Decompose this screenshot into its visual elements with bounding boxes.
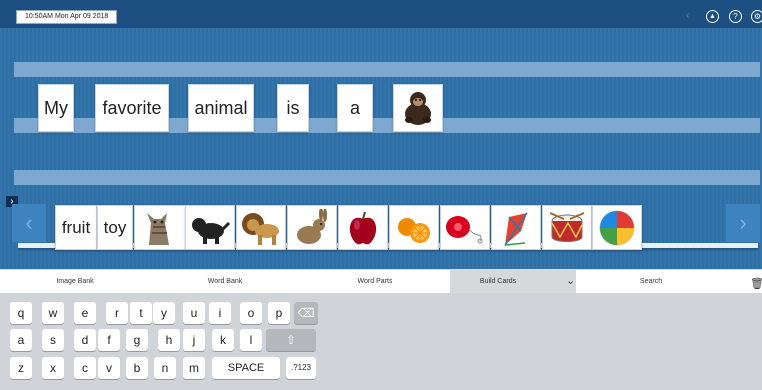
bank-image-card[interactable] — [134, 205, 186, 250]
key-a[interactable]: a — [10, 329, 32, 351]
kite-image — [504, 212, 528, 246]
sentence-word-card[interactable]: a — [337, 84, 373, 132]
key-i[interactable]: i — [209, 302, 231, 324]
sentence-word-card[interactable]: animal — [188, 84, 254, 132]
bank-image-card[interactable] — [542, 205, 592, 250]
key-e[interactable]: e — [74, 302, 96, 324]
tab-image-bank[interactable]: Image Bank — [0, 270, 150, 294]
scroll-right-button[interactable]: › — [726, 204, 760, 242]
key-b[interactable]: b — [126, 357, 148, 379]
on-screen-keyboard: q w e r t y u i o p ⌫ a s d f g h j k l … — [0, 293, 762, 390]
key-k[interactable]: k — [212, 329, 234, 351]
sentence-line-bottom — [14, 170, 760, 185]
key-v[interactable]: v — [98, 357, 120, 379]
scroll-left-button[interactable]: ‹ — [12, 204, 46, 242]
top-bar: 10:50AM Mon Apr 09 2018 ‹ ▲ ? ⚙ — [0, 0, 762, 28]
tab-word-bank[interactable]: Word Bank — [150, 270, 300, 294]
lion-image — [242, 212, 279, 245]
bank-word-card[interactable]: fruit — [55, 205, 97, 250]
key-j[interactable]: j — [183, 329, 205, 351]
gear-icon[interactable]: ⚙ — [751, 10, 762, 23]
tab-bar: Image Bank Word Bank Word Parts Build Ca… — [0, 269, 762, 294]
puppy-image — [192, 217, 231, 244]
yoyo-image — [446, 215, 483, 243]
word-label: animal — [194, 97, 248, 118]
chimpanzee-image — [405, 92, 431, 125]
key-w[interactable]: w — [42, 302, 64, 324]
tab-word-parts[interactable]: Word Parts — [300, 270, 450, 294]
key-o[interactable]: o — [240, 302, 262, 324]
tab-search[interactable]: Search — [576, 270, 726, 294]
key-h[interactable]: h — [158, 329, 180, 351]
key-g[interactable]: g — [126, 329, 148, 351]
key-c[interactable]: c — [74, 357, 96, 379]
key-u[interactable]: u — [183, 302, 205, 324]
space-key[interactable]: SPACE — [212, 357, 280, 379]
tab-build-cards-label: Build Cards — [479, 278, 517, 285]
key-y[interactable]: y — [153, 302, 175, 324]
bank-image-card[interactable] — [338, 205, 388, 250]
help-icon[interactable]: ? — [729, 10, 742, 23]
bank-image-card[interactable] — [592, 205, 642, 250]
key-s[interactable]: s — [42, 329, 64, 351]
key-f[interactable]: f — [98, 329, 120, 351]
beach-ball-image — [599, 210, 635, 245]
rabbit-image — [297, 208, 327, 244]
key-q[interactable]: q — [10, 302, 32, 324]
key-x[interactable]: x — [42, 357, 64, 379]
back-icon[interactable]: ‹ — [682, 10, 693, 21]
numbers-key[interactable]: .?123 — [286, 357, 316, 379]
word-label: a — [349, 97, 360, 118]
cat-image — [147, 212, 169, 245]
tab-build-cards[interactable]: Build Cards — [450, 270, 576, 294]
word-label: is — [286, 97, 300, 118]
word-label: My — [44, 97, 68, 118]
bank-image-card[interactable] — [491, 205, 541, 250]
shift-icon[interactable]: ⇧ — [266, 329, 316, 351]
key-m[interactable]: m — [183, 357, 205, 379]
sentence-image-card[interactable] — [393, 84, 443, 132]
backspace-icon[interactable]: ⌫ — [294, 302, 318, 324]
workspace: 10:50AM Mon Apr 09 2018 ‹ ▲ ? ⚙ My favor… — [0, 0, 762, 269]
key-l[interactable]: l — [240, 329, 262, 351]
key-p[interactable]: p — [268, 302, 290, 324]
sentence-word-card[interactable]: favorite — [95, 84, 169, 132]
sentence-word-card[interactable]: My — [38, 84, 74, 132]
chevron-down-icon[interactable]: ⌄ — [566, 274, 575, 287]
sentence-word-card[interactable]: is — [277, 84, 309, 132]
datetime-display: 10:50AM Mon Apr 09 2018 — [16, 10, 118, 24]
apple-image — [349, 211, 377, 244]
key-d[interactable]: d — [74, 329, 96, 351]
word-label: favorite — [102, 97, 162, 118]
bank-image-card[interactable] — [440, 205, 490, 250]
cloud-upload-icon[interactable]: ▲ — [706, 10, 719, 23]
key-r[interactable]: r — [106, 302, 128, 324]
bank-image-card[interactable] — [287, 205, 337, 250]
orange-image — [398, 217, 430, 243]
key-t[interactable]: t — [130, 302, 152, 324]
word-label: fruit — [61, 217, 91, 237]
trash-icon[interactable]: 🗑 — [750, 277, 762, 290]
bank-image-card[interactable] — [236, 205, 286, 250]
drum-image — [549, 211, 585, 242]
bank-word-card[interactable]: toy — [97, 205, 133, 250]
bank-image-card[interactable] — [389, 205, 439, 250]
key-z[interactable]: z — [10, 357, 32, 379]
bank-image-card[interactable] — [185, 205, 235, 250]
sentence-line-top — [14, 62, 760, 77]
key-n[interactable]: n — [154, 357, 176, 379]
word-label: toy — [103, 217, 127, 237]
